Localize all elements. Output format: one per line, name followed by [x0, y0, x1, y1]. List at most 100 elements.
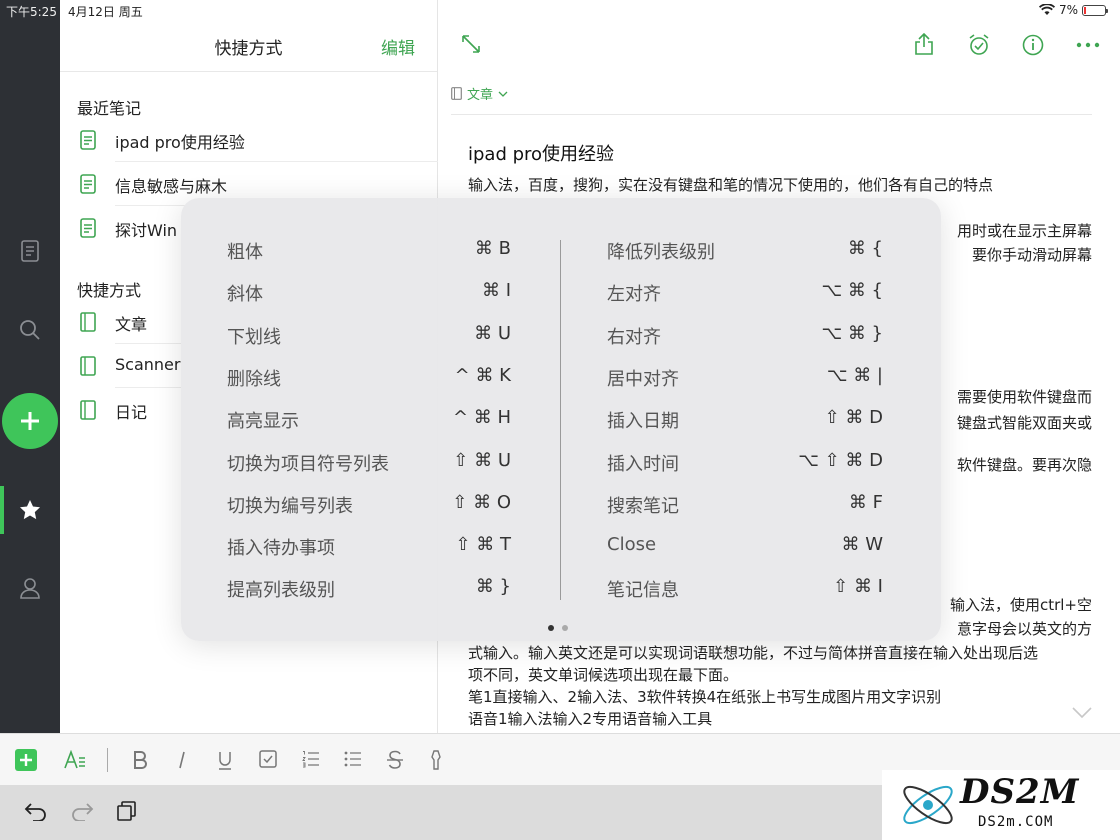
- shortcut-row: 居中对齐 ⌥ ⌘ |: [607, 365, 883, 407]
- shortcut-row: 插入时间 ⌥ ⇧ ⌘ D: [607, 450, 883, 492]
- expand-icon[interactable]: [461, 34, 481, 54]
- note-text-line[interactable]: 意字母会以英文的方: [957, 618, 1092, 639]
- chevron-down-icon: [498, 91, 508, 97]
- info-icon[interactable]: [1022, 34, 1044, 56]
- keyboard-shortcuts-overlay: 粗体 ⌘ B 斜体 ⌘ I 下划线 ⌘ U 删除线 ^ ⌘ K 高亮显示 ^ ⌘ H 切换为项目符号…: [181, 198, 941, 641]
- shortcut-keys: ⌥ ⌘ }: [821, 322, 883, 344]
- shortcut-keys: ⌥ ⇧ ⌘ D: [798, 449, 883, 471]
- shortcut-name: 提高列表级别: [227, 580, 335, 602]
- shortcut-keys: ⇧ ⌘ I: [833, 576, 883, 598]
- shortcut-name: 降低列表级别: [607, 242, 715, 263]
- shortcut-row: 右对齐 ⌥ ⌘ }: [607, 323, 883, 365]
- atom-logo-icon: [903, 785, 953, 825]
- shortcut-keys: ⌘ }: [475, 576, 511, 598]
- account-nav-icon[interactable]: [0, 568, 60, 608]
- shortcut-name: 删除线: [227, 368, 281, 390]
- recent-note-item[interactable]: ipad pro使用经验: [60, 118, 438, 162]
- notebook-selector[interactable]: 文章: [451, 84, 508, 103]
- shortcut-row: 插入日期 ⇧ ⌘ D: [607, 407, 883, 449]
- numbered-list-icon[interactable]: [302, 750, 320, 768]
- shortcut-keys: ⌥ ⌘ |: [826, 364, 883, 386]
- watermark-small-text: DS2m.COM: [978, 814, 1054, 830]
- notebook-name: 文章: [467, 88, 494, 103]
- shortcut-row: 高亮显示 ^ ⌘ H: [227, 407, 511, 449]
- shortcuts-nav-icon[interactable]: [0, 490, 60, 530]
- note-text-line[interactable]: 笔1直接输入、2输入法、3软件转换4在纸张上书写生成图片用文字识别: [468, 686, 941, 707]
- shortcut-row: 提高列表级别 ⌘ }: [227, 576, 511, 618]
- shortcut-row: 左对齐 ⌥ ⌘ {: [607, 280, 883, 322]
- page-dot-active: [548, 625, 554, 631]
- reminder-alarm-icon[interactable]: [968, 34, 990, 56]
- new-note-button[interactable]: [2, 393, 58, 449]
- shortcut-row: 下划线 ⌘ U: [227, 323, 511, 365]
- page-indicator[interactable]: [548, 625, 568, 631]
- battery-icon: [1082, 4, 1108, 16]
- undo-icon[interactable]: [24, 801, 48, 821]
- shortcut-keys: ⌘ I: [481, 280, 511, 302]
- text-style-icon[interactable]: [64, 750, 86, 770]
- shortcut-keys: ⇧ ⌘ O: [452, 491, 511, 513]
- note-title[interactable]: ipad pro使用经验: [468, 140, 614, 166]
- strikethrough-icon[interactable]: [386, 750, 404, 770]
- status-bar: 下午5:25 4月12日 周五 7%: [0, 0, 1120, 20]
- highlighter-icon[interactable]: [428, 750, 444, 770]
- more-icon[interactable]: [1076, 42, 1100, 48]
- note-icon: [80, 174, 96, 194]
- shortcut-name: 笔记信息: [607, 580, 679, 602]
- shortcut-name: 右对齐: [607, 326, 661, 348]
- note-icon: [80, 130, 96, 150]
- wifi-icon: [1038, 4, 1055, 15]
- shortcut-name: 切换为项目符号列表: [227, 453, 389, 475]
- shortcut-name: 插入日期: [607, 411, 679, 433]
- note-text-line[interactable]: 式输入。输入英文还是可以实现词语联想功能，不过与简体拼音直接在输入处出现后选: [468, 642, 1038, 663]
- nav-rail: [0, 0, 60, 733]
- shortcut-row: 斜体 ⌘ I: [227, 280, 511, 322]
- note-text-line[interactable]: 软件键盘。要再次隐: [957, 454, 1092, 475]
- shortcut-title: 文章: [115, 315, 148, 334]
- shortcut-keys: ⌘ W: [841, 534, 883, 556]
- scroll-down-chevron-icon[interactable]: [1072, 707, 1092, 719]
- bullet-list-icon[interactable]: [344, 750, 362, 768]
- shortcut-keys: ⌥ ⌘ {: [821, 280, 883, 302]
- note-text-line[interactable]: 输入法，使用ctrl+空: [950, 594, 1092, 615]
- note-text-line[interactable]: 用时或在显示主屏幕: [957, 220, 1092, 241]
- bold-icon[interactable]: [132, 750, 148, 770]
- italic-icon[interactable]: [175, 750, 189, 770]
- shortcut-row: 粗体 ⌘ B: [227, 238, 511, 280]
- checkbox-icon[interactable]: [259, 750, 277, 768]
- edit-button[interactable]: 编辑: [381, 34, 415, 59]
- insert-plus-icon[interactable]: [15, 749, 37, 771]
- note-icon: [80, 218, 96, 238]
- shortcut-keys: ⌘ {: [847, 238, 883, 259]
- shortcut-name: 左对齐: [607, 284, 661, 306]
- watermark-big-text: DS2M: [960, 772, 1080, 812]
- note-text-line[interactable]: 需要使用软件键盘而: [957, 386, 1092, 407]
- note-text-line[interactable]: 要你手动滑动屏幕: [972, 244, 1092, 265]
- notebook-icon: [80, 356, 96, 376]
- recent-note-title: 信息敏感与麻木: [115, 177, 228, 196]
- copy-icon[interactable]: [117, 801, 137, 821]
- search-nav-icon[interactable]: [0, 310, 60, 350]
- plus-icon: [21, 412, 39, 430]
- note-text-line[interactable]: 语音1输入法输入2专用语音输入工具: [468, 708, 712, 729]
- shortcut-name: 下划线: [227, 326, 281, 348]
- underline-icon[interactable]: [217, 750, 233, 770]
- share-icon[interactable]: [914, 33, 934, 55]
- note-text-line[interactable]: 项不同，英文单词候选项出现在最下面。: [468, 664, 738, 685]
- page-dot: [562, 625, 568, 631]
- column-divider: [560, 240, 561, 600]
- shortcut-name: 高亮显示: [227, 411, 299, 433]
- shortcut-row: 插入待办事项 ⇧ ⌘ T: [227, 534, 511, 576]
- header-divider: [451, 114, 1092, 115]
- note-text-line[interactable]: 输入法，百度，搜狗，实在没有键盘和笔的情况下使用的，他们各有自己的特点: [468, 174, 993, 195]
- shortcut-keys: ^ ⌘ H: [452, 407, 511, 429]
- notes-nav-icon[interactable]: [0, 231, 60, 271]
- shortcut-row: 降低列表级别 ⌘ {: [607, 238, 883, 280]
- shortcut-name: 斜体: [227, 284, 263, 306]
- shortcut-name: 搜索笔记: [607, 495, 679, 517]
- status-right: 7%: [1038, 3, 1108, 17]
- redo-icon[interactable]: [70, 801, 94, 821]
- note-text-line[interactable]: 键盘式智能双面夹或: [957, 412, 1092, 433]
- shortcut-name: 插入待办事项: [227, 538, 335, 560]
- shortcut-row: 切换为编号列表 ⇧ ⌘ O: [227, 492, 511, 534]
